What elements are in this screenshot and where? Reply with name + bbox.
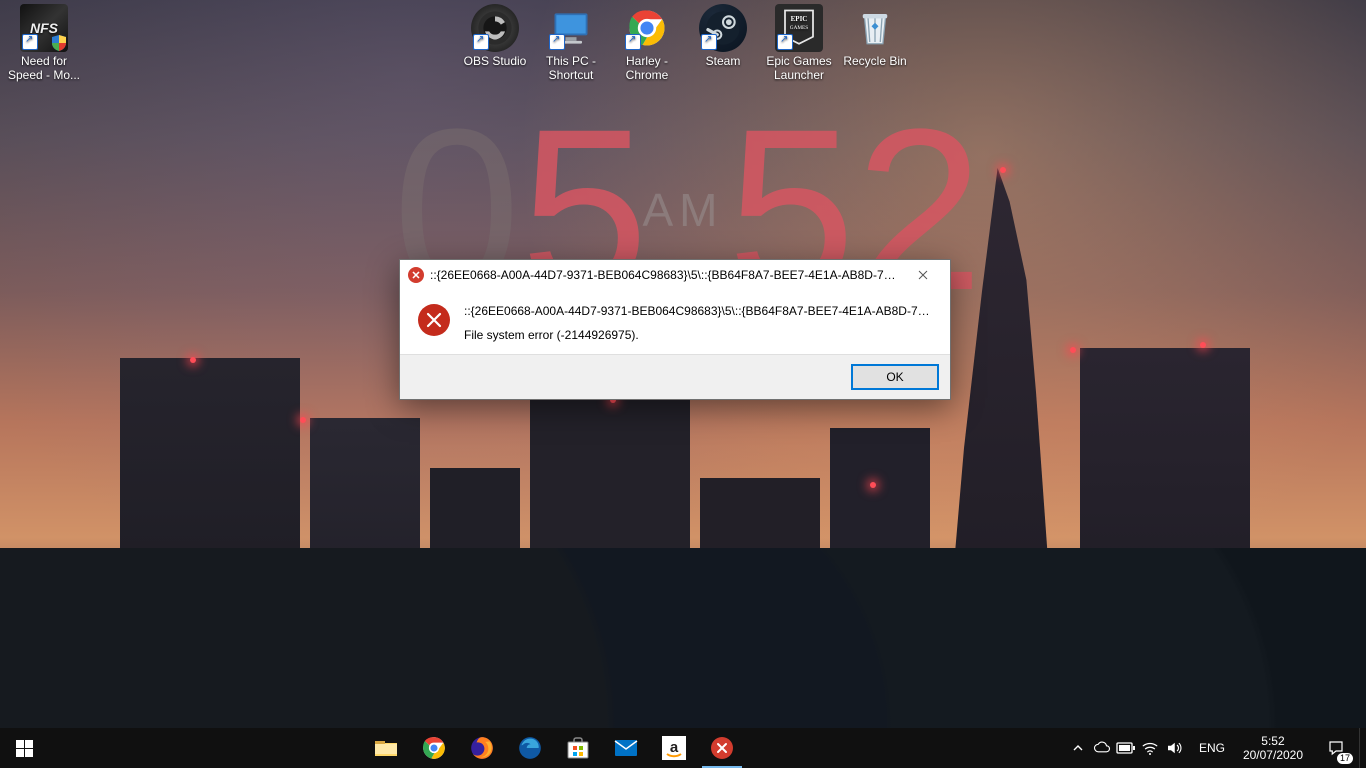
dialog-title: ::{26EE0668-A00A-44D7-9371-BEB064C98683}…: [430, 268, 900, 282]
desktop-icon-obs[interactable]: OBS Studio: [457, 4, 533, 68]
error-icon: [418, 304, 450, 336]
dialog-footer: OK: [400, 354, 950, 399]
tray-onedrive[interactable]: [1091, 728, 1113, 768]
chrome-icon: [623, 4, 671, 52]
desktop-icon-label: Recycle Bin: [837, 54, 913, 68]
taskbar-item-chrome[interactable]: [410, 728, 458, 768]
taskbar-item-firefox[interactable]: [458, 728, 506, 768]
volume-icon: [1165, 739, 1183, 757]
desktop-icon-label: Steam: [685, 54, 761, 68]
tray-language[interactable]: ENG: [1191, 728, 1233, 768]
nfs-icon: NFS: [20, 4, 68, 52]
cloud-icon: [1093, 739, 1111, 757]
wallpaper-light: [1000, 167, 1006, 173]
desktop-icon-nfs[interactable]: NFS Need for Speed - Mo...: [6, 4, 82, 82]
desktop-icon-this-pc[interactable]: This PC - Shortcut: [533, 4, 609, 82]
recycle-bin-icon: [851, 4, 899, 52]
taskbar-item-microsoft-store[interactable]: [554, 728, 602, 768]
battery-icon: [1116, 741, 1136, 755]
taskbar-item-edge[interactable]: [506, 728, 554, 768]
desktop-icon-recycle-bin[interactable]: Recycle Bin: [837, 4, 913, 68]
steam-icon: [699, 4, 747, 52]
taskbar-item-amazon[interactable]: a: [650, 728, 698, 768]
action-center-button[interactable]: 17: [1313, 728, 1359, 768]
file-explorer-icon: [373, 735, 399, 761]
taskbar-pins: a: [362, 728, 746, 768]
taskbar-item-file-explorer[interactable]: [362, 728, 410, 768]
dialog-titlebar[interactable]: ✕ ::{26EE0668-A00A-44D7-9371-BEB064C9868…: [400, 260, 950, 290]
svg-text:a: a: [670, 739, 679, 756]
dialog-error-text: File system error (-2144926975).: [464, 328, 932, 342]
edge-icon: [517, 735, 543, 761]
error-icon: ✕: [408, 267, 424, 283]
desktop-icon-label: Need for Speed - Mo...: [6, 54, 82, 82]
svg-text:EPIC: EPIC: [791, 15, 808, 23]
shortcut-badge-icon: [473, 34, 489, 50]
wallpaper-light: [1070, 347, 1076, 353]
taskbar-spacer-left: [48, 728, 362, 768]
tray-clock[interactable]: 5:52 20/07/2020: [1233, 728, 1313, 768]
taskbar: a ENG 5:52 20/07/2020 17: [0, 728, 1366, 768]
amazon-icon: a: [662, 736, 686, 760]
ok-button[interactable]: OK: [852, 365, 938, 389]
error-window-icon: [711, 737, 733, 759]
epic-games-icon: EPIC GAMES: [775, 4, 823, 52]
start-button[interactable]: [0, 728, 48, 768]
wifi-icon: [1141, 739, 1159, 757]
desktop-icon-label: This PC - Shortcut: [533, 54, 609, 82]
system-tray: [1061, 728, 1191, 768]
svg-text:GAMES: GAMES: [790, 25, 808, 31]
show-desktop-button[interactable]: [1359, 728, 1366, 768]
shortcut-badge-icon: [22, 34, 38, 50]
shortcut-badge-icon: [777, 34, 793, 50]
wallpaper-light: [300, 417, 306, 423]
uac-shield-icon: [50, 34, 68, 52]
dialog-message: ::{26EE0668-A00A-44D7-9371-BEB064C98683}…: [464, 304, 932, 342]
dialog-body: ::{26EE0668-A00A-44D7-9371-BEB064C98683}…: [400, 290, 950, 354]
wallpaper-light: [1200, 342, 1206, 348]
close-button[interactable]: [900, 260, 946, 290]
wallpaper-light: [190, 357, 196, 363]
tray-overflow-button[interactable]: [1067, 728, 1089, 768]
taskbar-item-error-window[interactable]: [698, 728, 746, 768]
shortcut-badge-icon: [625, 34, 641, 50]
tray-wifi[interactable]: [1139, 728, 1161, 768]
obs-icon: [471, 4, 519, 52]
mail-icon: [613, 735, 639, 761]
firefox-icon: [469, 735, 495, 761]
desktop-icon-steam[interactable]: Steam: [685, 4, 761, 68]
desktop-icon-label: Harley - Chrome: [609, 54, 685, 82]
taskbar-spacer-right: [746, 728, 1060, 768]
desktop-icon-epic[interactable]: EPIC GAMES Epic Games Launcher: [761, 4, 837, 82]
error-dialog: ✕ ::{26EE0668-A00A-44D7-9371-BEB064C9868…: [399, 259, 951, 400]
desktop-icon-label: Epic Games Launcher: [761, 54, 837, 82]
shortcut-badge-icon: [549, 34, 565, 50]
chrome-icon: [421, 735, 447, 761]
taskbar-item-mail[interactable]: [602, 728, 650, 768]
notification-count-badge: 17: [1337, 753, 1353, 764]
this-pc-icon: [547, 4, 595, 52]
tray-battery[interactable]: [1115, 728, 1137, 768]
wallpaper-light: [870, 482, 876, 488]
shortcut-badge-icon: [701, 34, 717, 50]
tray-language-label: ENG: [1199, 741, 1225, 755]
dialog-path-text: ::{26EE0668-A00A-44D7-9371-BEB064C98683}…: [464, 304, 932, 318]
microsoft-store-icon: [566, 736, 590, 760]
tray-date: 20/07/2020: [1243, 748, 1303, 762]
desktop-icon-label: OBS Studio: [457, 54, 533, 68]
tray-volume[interactable]: [1163, 728, 1185, 768]
windows-icon: [16, 740, 33, 757]
desktop-icon-harley-chrome[interactable]: Harley - Chrome: [609, 4, 685, 82]
chevron-up-icon: [1073, 743, 1083, 753]
wallpaper-foliage: [0, 548, 1366, 728]
tray-time: 5:52: [1261, 734, 1284, 748]
